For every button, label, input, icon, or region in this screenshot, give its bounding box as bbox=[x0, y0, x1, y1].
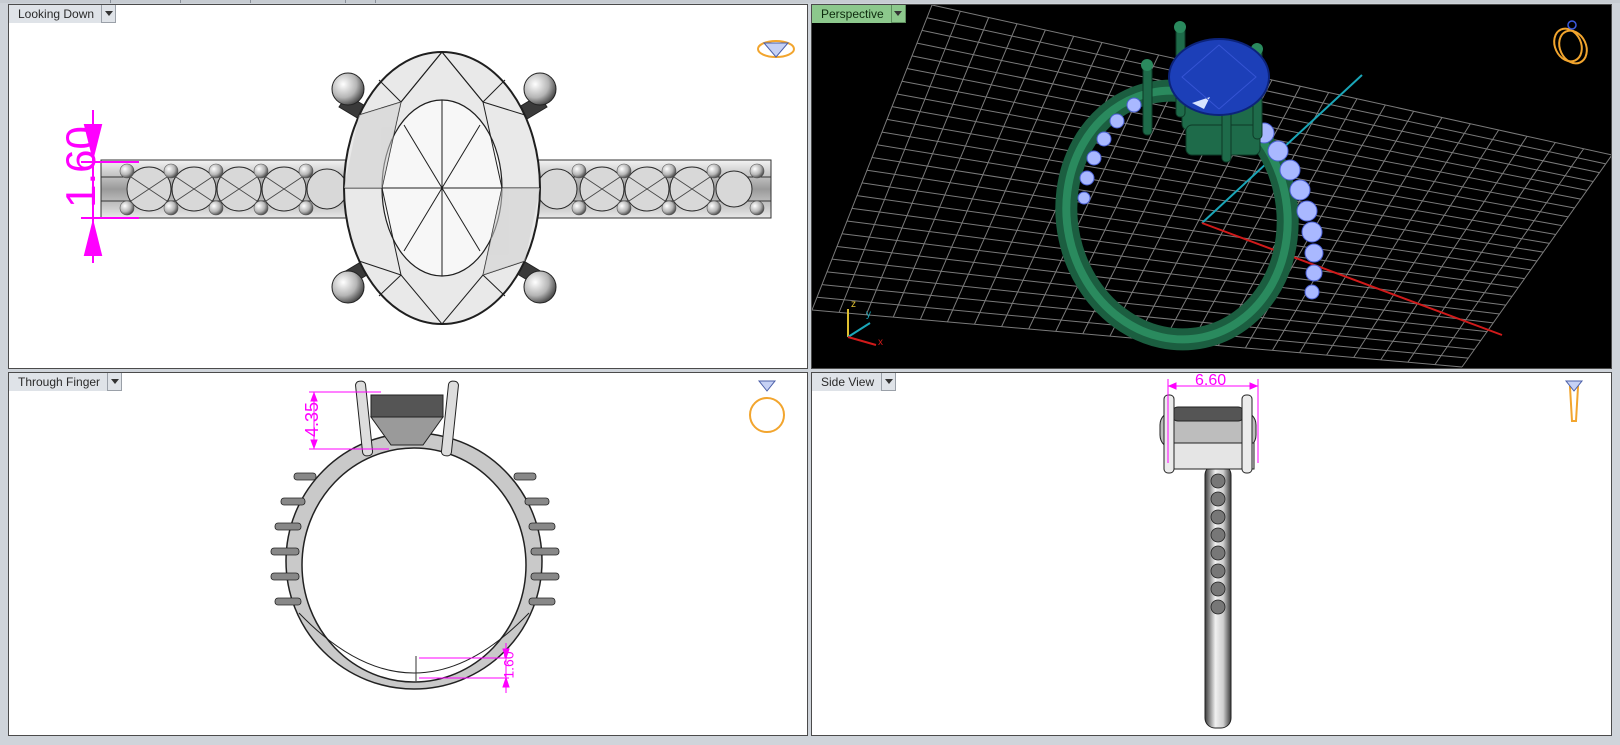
axis-y-label: y bbox=[866, 309, 871, 320]
viewport-tab-strip bbox=[0, 0, 1620, 3]
viewport-title-bar: Perspective bbox=[812, 5, 906, 23]
axis-z-label: z bbox=[851, 299, 856, 310]
viewport-menu-dropdown-icon[interactable] bbox=[102, 5, 117, 23]
tab-strip-segment[interactable] bbox=[0, 0, 111, 3]
viewport-menu-dropdown-icon[interactable] bbox=[882, 373, 897, 391]
grid-line bbox=[1326, 123, 1471, 356]
grid-line bbox=[1353, 129, 1500, 358]
dimension-label-shank: 1.60 bbox=[500, 651, 517, 679]
tab-strip-segment[interactable] bbox=[110, 0, 181, 3]
tab-strip-segment[interactable] bbox=[345, 0, 376, 3]
viewport-title[interactable]: Side View bbox=[812, 373, 883, 391]
viewport-menu-dropdown-icon[interactable] bbox=[108, 373, 123, 391]
viewport-menu-dropdown-icon[interactable] bbox=[891, 5, 906, 23]
grid-line bbox=[1461, 155, 1611, 368]
ring-perspective-view-icon bbox=[1553, 20, 1588, 65]
grid-line bbox=[1407, 142, 1556, 363]
viewport-title-bar: Through Finger bbox=[9, 373, 123, 391]
viewport-title[interactable]: Through Finger bbox=[9, 373, 109, 391]
viewport-through-finger[interactable]: Through Finger 4.35 1.60 bbox=[8, 372, 808, 736]
viewport-title-bar: Looking Down bbox=[9, 5, 117, 23]
dimension-label-head-height: 4.35 bbox=[302, 401, 323, 438]
dimension-label: 1.60 bbox=[56, 126, 104, 208]
grid-line bbox=[856, 195, 1519, 288]
ring-front-view-render bbox=[270, 380, 785, 693]
ring-top-view-render bbox=[81, 40, 795, 325]
viewport-perspective[interactable]: Perspective z y x bbox=[811, 4, 1612, 369]
grid-line bbox=[1434, 148, 1585, 365]
dimension-label: 6.60 bbox=[1195, 372, 1227, 389]
grid-line bbox=[846, 220, 1506, 306]
tab-strip-segment[interactable] bbox=[180, 0, 251, 3]
ring-top-view-icon bbox=[757, 40, 795, 58]
grid-line bbox=[871, 157, 1538, 262]
viewport-title[interactable]: Looking Down bbox=[9, 5, 103, 23]
grid-line bbox=[841, 233, 1500, 315]
ring-front-view-icon bbox=[749, 380, 785, 433]
axis-x-label: x bbox=[878, 337, 883, 348]
viewport-looking-down[interactable]: Looking Down 1.60 bbox=[8, 4, 808, 369]
ring-side-view-render bbox=[1159, 379, 1584, 729]
viewport-side-view[interactable]: Side View 6.60 bbox=[811, 372, 1612, 736]
ring-perspective-render bbox=[812, 5, 1611, 368]
viewport-title[interactable]: Perspective bbox=[812, 5, 892, 23]
tab-strip-segment[interactable] bbox=[250, 0, 346, 3]
ring-side-view-icon bbox=[1564, 380, 1584, 422]
viewport-title-bar: Side View bbox=[812, 373, 897, 391]
grid-line bbox=[1380, 135, 1528, 361]
